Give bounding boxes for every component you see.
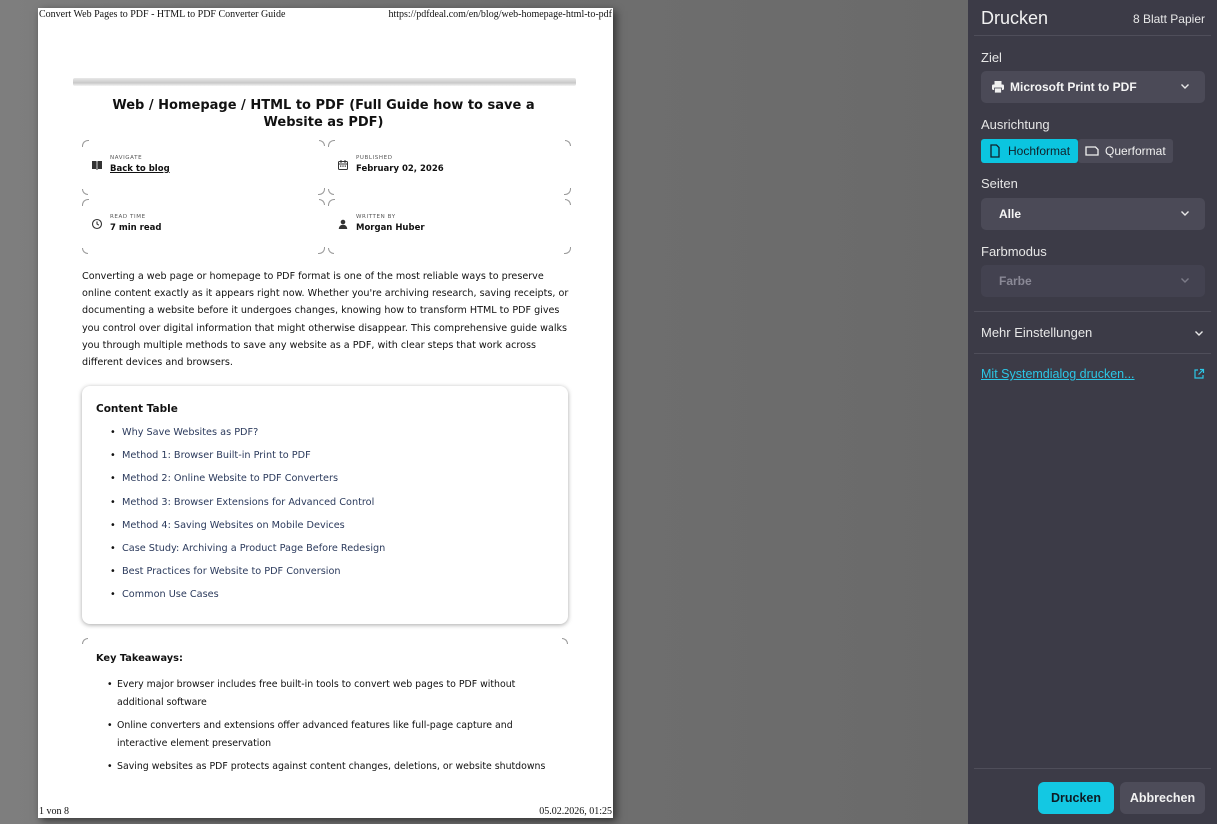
divider xyxy=(974,35,1211,36)
landscape-button[interactable]: Querformat xyxy=(1078,139,1173,163)
takeaway-item: Every major browser includes free built-… xyxy=(107,676,547,711)
pages-label: Seiten xyxy=(981,176,1018,191)
read-time: 7 min read xyxy=(110,223,162,233)
content-table-title: Content Table xyxy=(96,403,178,415)
destination-dropdown[interactable]: Microsoft Print to PDF xyxy=(981,71,1205,103)
color-mode-value: Farbe xyxy=(999,274,1032,288)
toc-item: Why Save Websites as PDF? xyxy=(110,427,385,450)
page-header-title: Convert Web Pages to PDF - HTML to PDF C… xyxy=(39,9,286,20)
divider xyxy=(974,311,1211,312)
toc-item: Method 2: Online Website to PDF Converte… xyxy=(110,473,385,496)
clock-icon xyxy=(91,218,103,230)
system-dialog-link[interactable]: Mit Systemdialog drucken... xyxy=(981,367,1135,381)
content-table-list: Why Save Websites as PDF? Method 1: Brow… xyxy=(110,427,385,613)
key-takeaways-list: Every major browser includes free built-… xyxy=(107,676,547,782)
color-mode-label: Farbmodus xyxy=(981,244,1047,259)
meta-read-time: READ TIME 7 min read xyxy=(82,199,325,254)
meta-label: READ TIME xyxy=(110,214,146,220)
page-footer-number: 1 von 8 xyxy=(39,806,69,817)
toc-item: Method 4: Saving Websites on Mobile Devi… xyxy=(110,520,385,543)
meta-published: PUBLISHED February 02, 2026 xyxy=(328,140,571,195)
article-title: Web / Homepage / HTML to PDF (Full Guide… xyxy=(112,98,535,130)
divider xyxy=(974,353,1211,354)
divider xyxy=(974,768,1211,769)
toc-item: Common Use Cases xyxy=(110,589,385,612)
pages-value: Alle xyxy=(999,207,1022,221)
more-settings-toggle[interactable]: Mehr Einstellungen xyxy=(981,325,1205,343)
chevron-down-icon xyxy=(1179,79,1191,91)
content-table: Content Table Why Save Websites as PDF? … xyxy=(82,386,568,624)
meta-author: WRITTEN BY Morgan Huber xyxy=(328,199,571,254)
portrait-page-icon xyxy=(988,144,1002,158)
user-icon xyxy=(337,218,349,230)
printer-icon xyxy=(991,80,1005,94)
site-header-bar xyxy=(73,78,576,86)
destination-value: Microsoft Print to PDF xyxy=(1010,80,1137,94)
toc-item: Method 3: Browser Extensions for Advance… xyxy=(110,497,385,520)
chevron-down-icon xyxy=(1193,327,1205,339)
print-settings-panel: Drucken 8 Blatt Papier Ziel Microsoft Pr… xyxy=(968,0,1217,824)
preview-page[interactable]: Convert Web Pages to PDF - HTML to PDF C… xyxy=(38,8,613,818)
takeaway-item: Saving websites as PDF protects against … xyxy=(107,758,547,776)
calendar-icon xyxy=(337,159,349,171)
color-mode-dropdown: Farbe xyxy=(981,265,1205,297)
page-header-url: https://pdfdeal.com/en/blog/web-homepage… xyxy=(388,9,612,20)
key-takeaways: Key Takeaways: Every major browser inclu… xyxy=(82,638,568,808)
landscape-label: Querformat xyxy=(1105,144,1166,158)
landscape-page-icon xyxy=(1085,144,1099,158)
meta-label: PUBLISHED xyxy=(356,155,393,161)
chevron-down-icon xyxy=(1179,206,1191,218)
published-date: February 02, 2026 xyxy=(356,164,444,174)
toc-item: Case Study: Archiving a Product Page Bef… xyxy=(110,543,385,566)
meta-label: NAVIGATE xyxy=(110,155,143,161)
key-takeaways-title: Key Takeaways: xyxy=(96,653,183,664)
destination-label: Ziel xyxy=(981,50,1002,65)
portrait-button[interactable]: Hochformat xyxy=(981,139,1078,163)
sheet-count: 8 Blatt Papier xyxy=(1132,12,1205,26)
panel-title: Drucken xyxy=(981,8,1049,28)
meta-label: WRITTEN BY xyxy=(356,214,396,220)
print-button[interactable]: Drucken xyxy=(1038,782,1114,814)
back-to-blog-link: Back to blog xyxy=(110,164,170,174)
cancel-button[interactable]: Abbrechen xyxy=(1120,782,1205,814)
toc-item: Method 1: Browser Built-in Print to PDF xyxy=(110,450,385,473)
orientation-label: Ausrichtung xyxy=(981,117,1050,132)
portrait-label: Hochformat xyxy=(1008,144,1071,158)
meta-navigate: NAVIGATE Back to blog xyxy=(82,140,325,195)
takeaway-item: Online converters and extensions offer a… xyxy=(107,717,547,752)
print-preview-area: Convert Web Pages to PDF - HTML to PDF C… xyxy=(0,0,968,824)
external-link-icon[interactable] xyxy=(1193,367,1205,379)
toc-item: Best Practices for Website to PDF Conver… xyxy=(110,566,385,589)
author-name: Morgan Huber xyxy=(356,223,425,233)
more-settings-label: Mehr Einstellungen xyxy=(981,325,1093,340)
page-footer-date: 05.02.2026, 01:25 xyxy=(539,806,612,817)
pages-dropdown[interactable]: Alle xyxy=(981,198,1205,230)
article-intro: Converting a web page or homepage to PDF… xyxy=(82,271,569,369)
chevron-down-icon xyxy=(1179,273,1191,285)
book-icon xyxy=(91,159,103,171)
